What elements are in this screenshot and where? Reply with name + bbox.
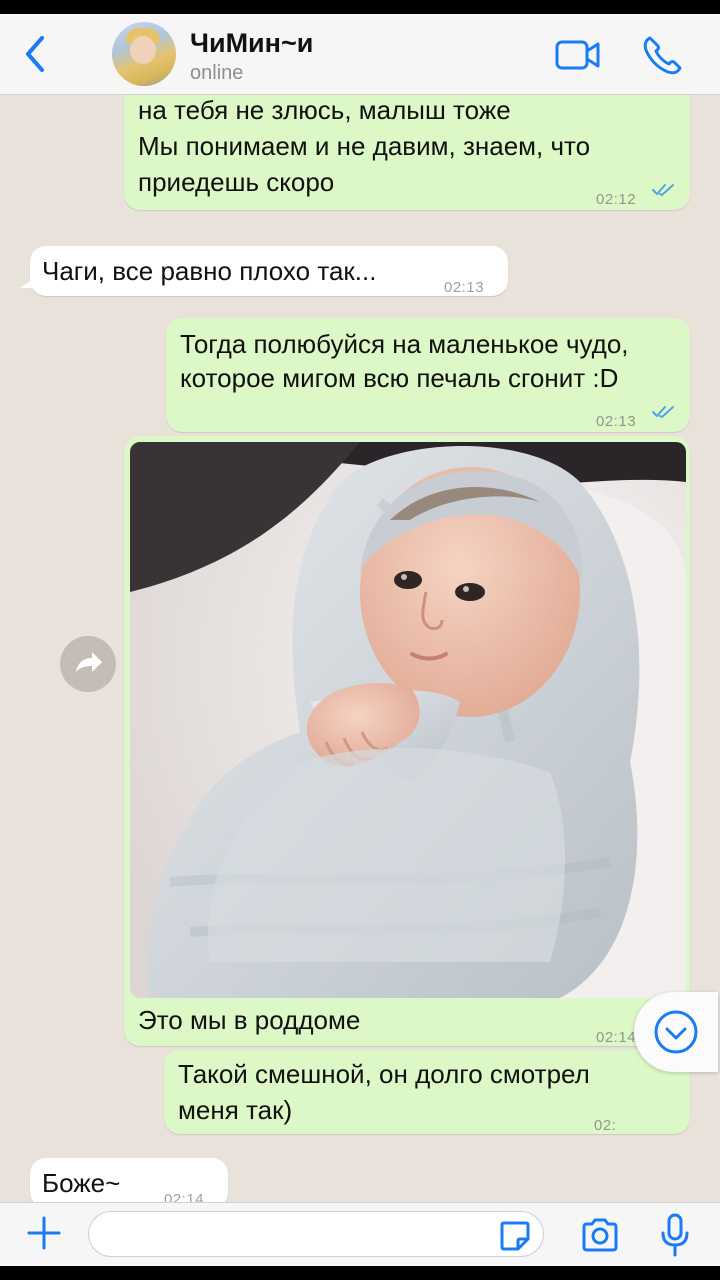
message-bubble[interactable]: Чаги, все равно плохо так... 02:13 — [20, 246, 508, 296]
plus-icon[interactable] — [26, 1215, 62, 1251]
message-time: 02:13 — [596, 413, 637, 430]
message-line: которое мигом всю печаль сгонит :D — [180, 363, 619, 393]
phone-icon[interactable] — [640, 32, 688, 78]
message-line: Чаги, все равно плохо так... — [42, 256, 377, 286]
chat-header: ЧиМин~и online — [0, 14, 720, 95]
message-line: на тебя не злюсь, малыш тоже — [138, 95, 511, 125]
read-ticks-icon — [652, 406, 674, 418]
video-camera-icon[interactable] — [554, 32, 602, 78]
message-line: Такой смешной, он долго смотрел — [178, 1059, 590, 1089]
message-line: Мы понимаем и не давим, знаем, что — [138, 131, 591, 161]
baby-photo-image — [130, 442, 686, 998]
avatar-face — [130, 36, 156, 64]
message-line: Тогда полюбуйся на маленькое чудо, — [180, 329, 629, 359]
bubble-tail — [20, 278, 34, 288]
forward-button[interactable] — [60, 636, 116, 692]
contact-name[interactable]: ЧиМин~и — [190, 28, 313, 59]
message-time: 02:14 — [164, 1191, 205, 1202]
chat-screen: ЧиМин~и online на тебя не злюсь, малыш т… — [0, 14, 720, 1266]
chevron-left-icon[interactable] — [20, 34, 50, 74]
contact-avatar[interactable] — [112, 22, 176, 86]
message-time: 02:12 — [596, 191, 637, 208]
message-time: 02:13 — [444, 279, 485, 296]
sticker-icon[interactable] — [498, 1219, 532, 1253]
camera-icon[interactable] — [580, 1217, 620, 1253]
message-bubble[interactable]: Боже~ 02:14 — [30, 1158, 228, 1202]
photo-message[interactable]: Это мы в роддоме 02:14 — [124, 436, 690, 1046]
message-bubble[interactable]: Тогда полюбуйся на маленькое чудо, котор… — [166, 318, 690, 432]
message-line: Боже~ — [42, 1168, 121, 1198]
message-bubble[interactable]: Такой смешной, он долго смотрел меня так… — [164, 1050, 690, 1134]
forward-arrow-icon — [76, 652, 102, 672]
message-line: меня так) — [178, 1095, 293, 1125]
input-bar — [0, 1202, 720, 1266]
baby-photo[interactable] — [130, 442, 686, 998]
contact-status: online — [190, 62, 244, 84]
read-ticks-icon — [652, 184, 674, 196]
message-time: 02: — [594, 1117, 617, 1134]
microphone-icon[interactable] — [660, 1213, 690, 1257]
scroll-to-bottom-button[interactable] — [634, 992, 718, 1072]
photo-caption: Это мы в роддоме — [138, 1005, 361, 1035]
message-bubble[interactable]: на тебя не злюсь, малыш тоже Мы понимаем… — [124, 94, 690, 210]
message-line: приедешь скоро — [138, 167, 335, 197]
chevron-down-icon — [654, 1010, 698, 1054]
message-input[interactable] — [88, 1211, 544, 1257]
